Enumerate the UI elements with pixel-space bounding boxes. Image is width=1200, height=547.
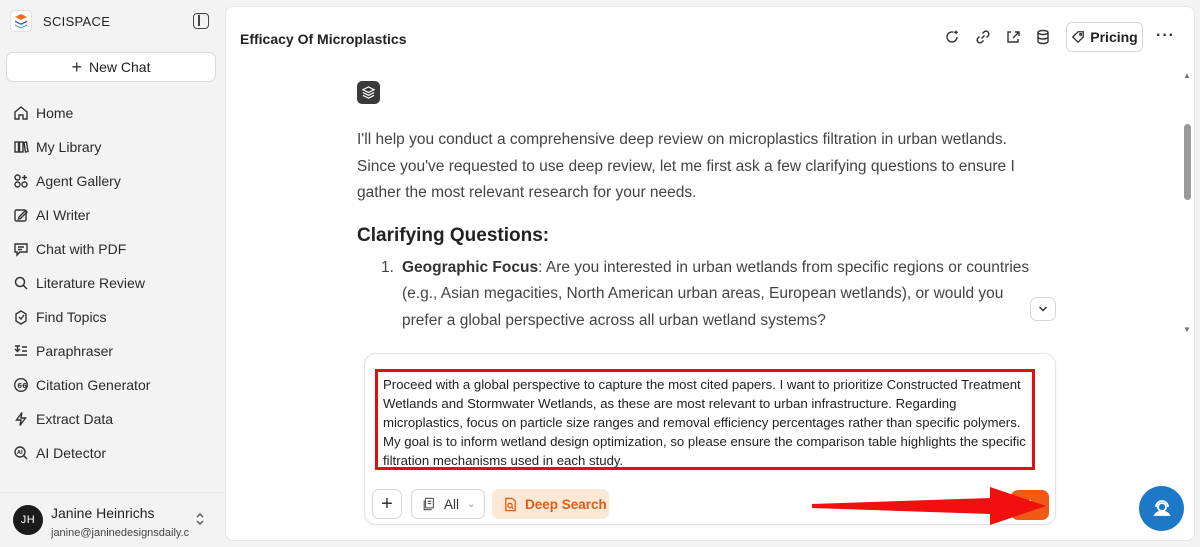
annotation-arrow	[812, 487, 1046, 525]
brand-name: SCISPACE	[43, 13, 111, 29]
brand[interactable]: SCISPACE	[10, 10, 110, 32]
sidebar-item-paraphraser[interactable]: Paraphraser	[0, 334, 224, 368]
sidebar-item-label: Agent Gallery	[36, 173, 121, 189]
list-item: 1. Geographic Focus: Are you interested …	[357, 255, 1047, 335]
source-select-value: All	[444, 496, 460, 512]
sidebar-item-label: Find Topics	[36, 309, 107, 325]
sidebar-item-agent-gallery[interactable]: Agent Gallery	[0, 164, 224, 198]
find-topics-icon	[13, 309, 29, 325]
new-chat-refresh-icon[interactable]	[943, 28, 961, 46]
question-term: Geographic Focus	[402, 258, 539, 276]
extract-data-icon	[13, 411, 29, 427]
deep-search-label: Deep Search	[525, 496, 607, 512]
sidebar-item-label: Paraphraser	[36, 343, 114, 359]
sidebar-toggle-icon[interactable]	[193, 13, 209, 29]
new-chat-label: New Chat	[89, 59, 151, 75]
list-item-number: 1.	[381, 258, 394, 276]
sidebar-item-label: Chat with PDF	[36, 241, 127, 257]
sidebar-item-literature-review[interactable]: Literature Review	[0, 266, 224, 300]
ai-detector-icon: AI	[13, 445, 29, 461]
sidebar-item-label: AI Writer	[36, 207, 91, 223]
sidebar-item-ai-detector[interactable]: AI AI Detector	[0, 436, 224, 470]
chevron-up-down-icon[interactable]	[195, 512, 205, 527]
scroll-to-bottom-button[interactable]	[1030, 297, 1056, 321]
scrollbar[interactable]: ▲ ▼	[1180, 69, 1194, 339]
sidebar-item-citation-generator[interactable]: 66 Citation Generator	[0, 368, 224, 402]
sidebar-item-label: Literature Review	[36, 275, 145, 291]
pricing-label: Pricing	[1090, 29, 1138, 45]
assistant-avatar-icon	[357, 81, 380, 104]
citation-icon: 66	[13, 377, 29, 393]
more-options-icon[interactable]: ···	[1156, 27, 1175, 45]
new-chat-button[interactable]: + New Chat	[6, 52, 216, 82]
plus-icon: +	[381, 492, 393, 515]
support-agent-icon	[1152, 499, 1171, 516]
clarifying-questions-heading: Clarifying Questions:	[357, 224, 550, 246]
chat-pdf-icon	[13, 241, 29, 257]
sidebar-item-label: Citation Generator	[36, 377, 151, 393]
help-chat-button[interactable]	[1139, 486, 1184, 531]
plus-icon: +	[71, 57, 83, 77]
sidebar-item-my-library[interactable]: My Library	[0, 130, 224, 164]
chat-panel: Efficacy Of Microplastics Pricing ··· ▲ …	[225, 6, 1195, 541]
deep-search-button[interactable]: Deep Search	[492, 489, 609, 519]
user-email: janine@janinedesignsdaily.com	[51, 527, 189, 539]
avatar: JH	[13, 505, 43, 535]
sidebar-item-home[interactable]: Home	[0, 96, 224, 130]
pricing-button[interactable]: Pricing	[1066, 22, 1143, 52]
chevron-down-icon	[1038, 306, 1048, 312]
sidebar-item-chat-with-pdf[interactable]: Chat with PDF	[0, 232, 224, 266]
user-account[interactable]: JH Janine Heinrichs janine@janinedesigns…	[0, 492, 224, 547]
scroll-thumb[interactable]	[1184, 124, 1191, 200]
assistant-intro-text: I'll help you conduct a comprehensive de…	[357, 131, 1015, 201]
page-title: Efficacy Of Microplastics	[240, 31, 407, 47]
scroll-down-arrow-icon[interactable]: ▼	[1183, 325, 1191, 334]
attach-button[interactable]: +	[372, 489, 402, 519]
deep-search-icon	[505, 497, 516, 511]
sidebar-item-label: My Library	[36, 139, 102, 155]
sidebar-item-label: Extract Data	[36, 411, 114, 427]
agent-gallery-icon	[13, 173, 29, 189]
scispace-logo-icon	[10, 10, 32, 32]
sidebar-item-find-topics[interactable]: Find Topics	[0, 300, 224, 334]
sidebar-item-ai-writer[interactable]: AI Writer	[0, 198, 224, 232]
database-icon[interactable]	[1034, 28, 1052, 46]
chat-header: Efficacy Of Microplastics Pricing ···	[226, 7, 1194, 69]
tag-icon	[1072, 31, 1085, 44]
search-icon	[13, 275, 29, 291]
sidebar: SCISPACE + New Chat Home My Library Agen…	[0, 0, 224, 547]
chevron-down-icon: ⌄	[467, 498, 476, 510]
sidebar-item-label: Home	[36, 105, 74, 121]
scroll-up-arrow-icon[interactable]: ▲	[1183, 71, 1191, 80]
ai-writer-icon	[13, 207, 29, 223]
document-icon	[423, 497, 434, 511]
home-icon	[13, 105, 29, 121]
share-icon[interactable]	[1004, 28, 1022, 46]
sidebar-item-label: AI Detector	[36, 445, 107, 461]
assistant-message: I'll help you conduct a comprehensive de…	[357, 81, 1047, 334]
prompt-input[interactable]: Proceed with a global perspective to cap…	[375, 369, 1035, 470]
source-select[interactable]: All ⌄	[411, 489, 485, 519]
svg-text:AI: AI	[17, 450, 23, 456]
sidebar-item-extract-data[interactable]: Extract Data	[0, 402, 224, 436]
link-icon[interactable]	[974, 28, 992, 46]
svg-text:66: 66	[17, 382, 27, 390]
user-name: Janine Heinrichs	[51, 505, 155, 521]
library-icon	[13, 139, 29, 155]
sidebar-nav: Home My Library Agent Gallery AI Writer …	[0, 96, 224, 470]
paraphraser-icon	[13, 343, 29, 359]
